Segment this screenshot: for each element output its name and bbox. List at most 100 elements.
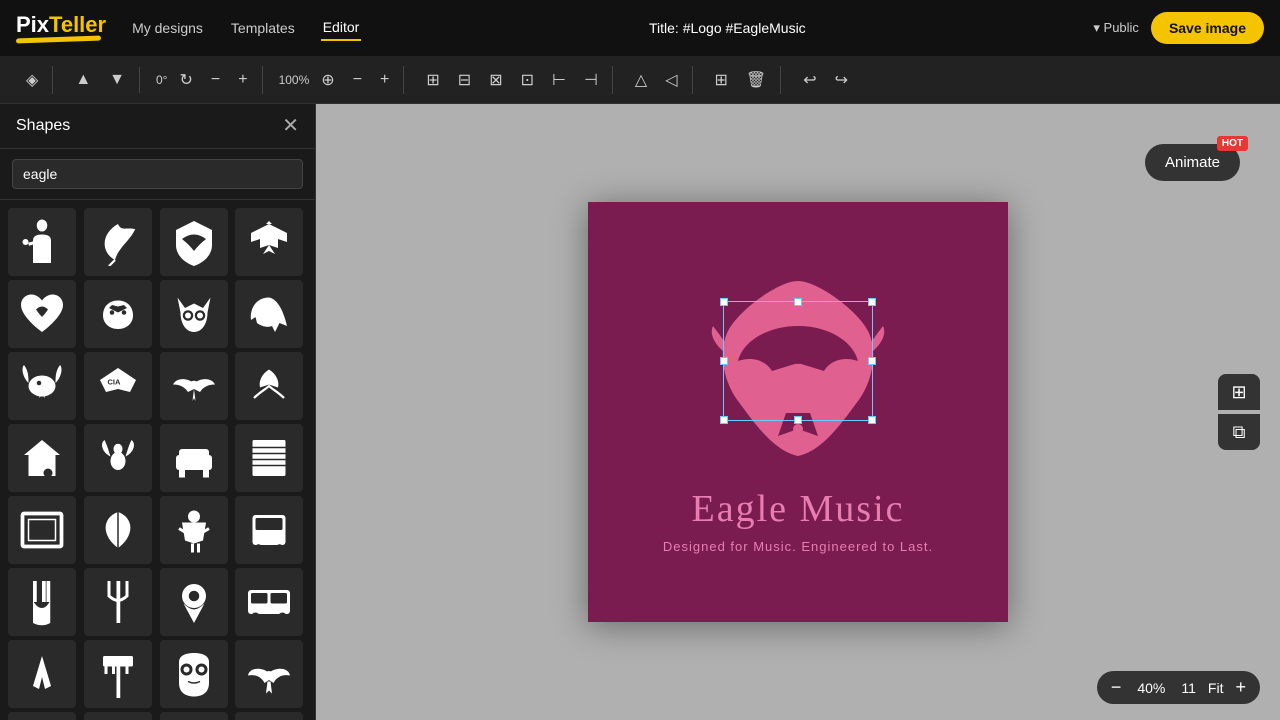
- title-value[interactable]: #Logo #EagleMusic: [683, 20, 806, 36]
- zoom-icon[interactable]: ⊕: [315, 66, 340, 94]
- rotate-value: 0°: [156, 73, 167, 87]
- rotate-plus[interactable]: +: [232, 67, 253, 93]
- zoom-bar: − 40% 11 Fit +: [1097, 671, 1260, 704]
- order-group: ▲ ▼: [61, 67, 140, 93]
- send-backward-button[interactable]: ▼: [103, 67, 131, 93]
- eagle-emblem-svg: [698, 271, 898, 471]
- top-nav: PixTeller My designs Templates Editor Ti…: [0, 0, 1280, 56]
- shape-dove-spread[interactable]: [160, 352, 228, 420]
- animate-label: Animate: [1165, 154, 1220, 171]
- layers-icon[interactable]: ◈: [20, 66, 44, 94]
- shape-leaf[interactable]: [84, 496, 152, 564]
- logo-pix: Pix: [16, 12, 49, 37]
- add-layer-button[interactable]: ⊞: [1218, 374, 1260, 410]
- shape-person[interactable]: [8, 208, 76, 276]
- shape-gingerbread[interactable]: [160, 496, 228, 564]
- layers-group: ◈: [12, 66, 53, 94]
- svg-text:CIA: CIA: [107, 378, 121, 387]
- shapes-grid: CIA: [0, 200, 315, 720]
- zoom-out-button[interactable]: −: [1111, 677, 1122, 698]
- shape-arrow-horizontal[interactable]: ↔: [235, 712, 303, 720]
- add-element-button[interactable]: ⊞: [709, 66, 734, 94]
- shape-small-bird[interactable]: [84, 424, 152, 492]
- zoom-display: 100%: [279, 73, 310, 87]
- bring-forward-button[interactable]: ▲: [69, 67, 97, 93]
- shape-shield-eagle[interactable]: [160, 208, 228, 276]
- shape-frame[interactable]: [8, 496, 76, 564]
- shape-eagle-side[interactable]: [235, 280, 303, 348]
- zoom-minus[interactable]: −: [347, 67, 368, 93]
- redo-button[interactable]: ↪: [829, 66, 854, 94]
- shape-blind[interactable]: [235, 424, 303, 492]
- zoom-in-button[interactable]: +: [1235, 677, 1246, 698]
- logo-text: PixTeller: [16, 14, 106, 36]
- close-sidebar-button[interactable]: ✕: [282, 116, 299, 136]
- design-subtitle: Designed for Music. Engineered to Last.: [663, 539, 933, 554]
- nav-templates[interactable]: Templates: [229, 16, 297, 40]
- shape-owl-face[interactable]: [160, 280, 228, 348]
- animate-button[interactable]: Animate HOT: [1145, 144, 1240, 181]
- rotate-group: 0° ↻ − +: [148, 66, 263, 94]
- shape-owl-front[interactable]: [160, 640, 228, 708]
- shape-feather[interactable]: [84, 208, 152, 276]
- toolbar: ◈ ▲ ▼ 0° ↻ − + 100% ⊕ − + ⊞ ⊟ ⊠ ⊡ ⊢ ⊣ △ …: [0, 56, 1280, 104]
- undo-button[interactable]: ↩: [797, 66, 822, 94]
- shape-bird-vintage[interactable]: [8, 352, 76, 420]
- shape-bottle[interactable]: [84, 712, 152, 720]
- logo[interactable]: PixTeller: [16, 14, 106, 42]
- history-group: ↩ ↪: [789, 66, 862, 94]
- align-center[interactable]: ⊟: [452, 66, 477, 94]
- align-left[interactable]: ⊞: [420, 66, 445, 94]
- align-right[interactable]: ⊠: [483, 66, 508, 94]
- nav-right: ▾ Public Save image: [1093, 12, 1264, 44]
- align-top[interactable]: ⊡: [515, 66, 540, 94]
- duplicate-button[interactable]: ⧉: [1218, 414, 1260, 450]
- doc-title: Title: #Logo #EagleMusic: [385, 20, 1069, 36]
- nav-mydesigns[interactable]: My designs: [130, 16, 205, 40]
- public-button[interactable]: ▾ Public: [1093, 20, 1139, 36]
- shapes-sidebar: Shapes ✕: [0, 104, 316, 720]
- shape-furniture[interactable]: [160, 424, 228, 492]
- flip-group: △ ◁: [621, 66, 693, 94]
- flip-vertical[interactable]: ◁: [659, 66, 683, 94]
- design-title: Eagle Music: [691, 487, 904, 531]
- shape-bus-front[interactable]: [235, 496, 303, 564]
- align-bottom[interactable]: ⊣: [578, 66, 604, 94]
- save-button[interactable]: Save image: [1151, 12, 1264, 44]
- shape-bird-branch[interactable]: [235, 352, 303, 420]
- rotate-button[interactable]: ↻: [173, 66, 198, 94]
- sidebar-title: Shapes: [16, 117, 70, 135]
- rotate-minus[interactable]: −: [205, 67, 226, 93]
- delete-button[interactable]: 🗑: [740, 66, 772, 94]
- zoom-group: 100% ⊕ − +: [271, 66, 405, 94]
- shape-wishbone[interactable]: [8, 640, 76, 708]
- shape-heart-eagle[interactable]: [8, 280, 76, 348]
- design-canvas[interactable]: Eagle Music Designed for Music. Engineer…: [588, 202, 1008, 622]
- shape-location-pin[interactable]: [160, 568, 228, 636]
- side-tools: ⊞ ⧉: [1218, 374, 1260, 450]
- zoom-fit-button[interactable]: Fit: [1208, 680, 1224, 696]
- shape-dove-flying[interactable]: [235, 640, 303, 708]
- canvas-area: Animate HOT: [316, 104, 1280, 720]
- add-delete-group: ⊞ 🗑: [701, 66, 782, 94]
- shape-fork-single[interactable]: [84, 568, 152, 636]
- flip-horizontal[interactable]: △: [629, 66, 653, 94]
- zoom-number: 11: [1181, 680, 1196, 696]
- shape-bird-cia[interactable]: CIA: [84, 352, 152, 420]
- shape-bus-side[interactable]: [235, 568, 303, 636]
- shape-bird-angry[interactable]: [84, 280, 152, 348]
- align-group: ⊞ ⊟ ⊠ ⊡ ⊢ ⊣: [412, 66, 613, 94]
- eagle-emblem-container: [698, 271, 898, 471]
- align-middle[interactable]: ⊢: [546, 66, 572, 94]
- hot-badge: HOT: [1217, 136, 1248, 151]
- shape-arrow-vertical[interactable]: ↕: [160, 712, 228, 720]
- shape-house-eagle[interactable]: [8, 424, 76, 492]
- zoom-plus[interactable]: +: [374, 67, 395, 93]
- search-input[interactable]: [12, 159, 303, 189]
- nav-editor[interactable]: Editor: [321, 15, 362, 41]
- shape-eagle-wings-spread[interactable]: [8, 712, 76, 720]
- shape-fork[interactable]: [8, 568, 76, 636]
- main-layout: Shapes ✕: [0, 104, 1280, 720]
- shape-eagle-heraldic[interactable]: [235, 208, 303, 276]
- shape-rake[interactable]: [84, 640, 152, 708]
